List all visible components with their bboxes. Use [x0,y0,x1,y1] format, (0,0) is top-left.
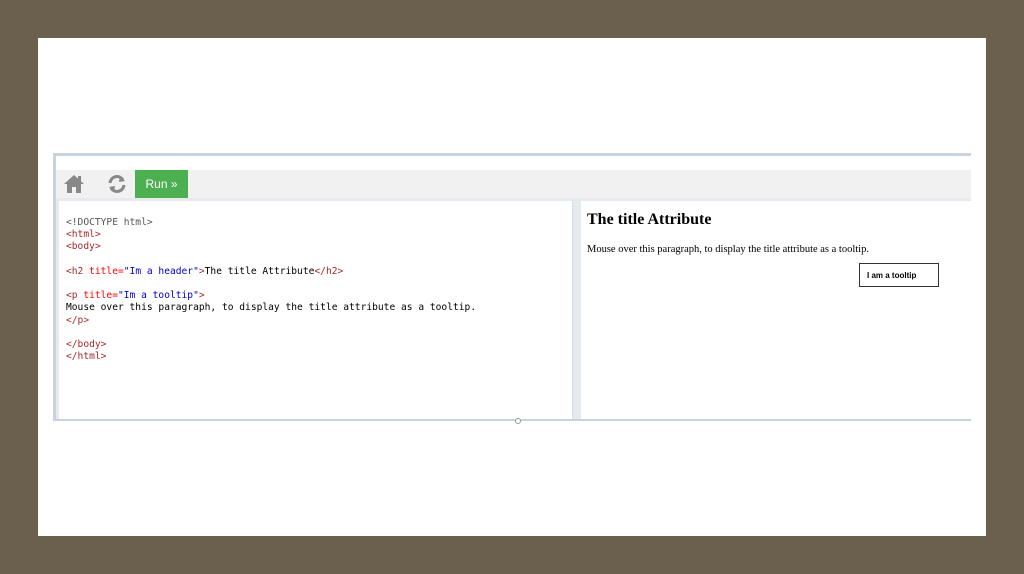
code-line: <h2 title="Im a header">The title Attrib… [66,266,572,278]
code-line: <body> [66,241,572,253]
home-icon[interactable] [62,173,86,195]
code-line: Mouse over this paragraph, to display th… [66,302,572,314]
code-line: <!DOCTYPE html> [66,217,572,229]
result-heading: The title Attribute [587,211,712,228]
code-token: </p> [66,314,90,326]
code-token: </body> [66,338,107,350]
editor-panes: <!DOCTYPE html> <html> <body> <h2 title="I… [56,198,971,419]
result-paragraph[interactable]: Mouse over this paragraph, to display th… [587,244,869,255]
code-token: <h2 [66,265,90,277]
code-token: </h2> [314,265,344,277]
tryit-editor: Run » <!DOCTYPE html> <html> <body> <h2 ti… [53,153,971,424]
code-token: <!DOCTYPE html> [66,217,153,228]
slide: Run » <!DOCTYPE html> <html> <body> <h2 ti… [38,38,986,536]
code-token: "Im a header" [123,265,199,277]
result-frame: The title Attribute Mouse over this para… [581,201,971,419]
toolbar: Run » [56,170,971,198]
code-line: </p> [66,315,572,327]
code-line: </body> [66,339,572,351]
code-line: <p title="Im a tooltip"> [66,290,572,302]
code-token: Mouse over this paragraph, to display th… [66,302,477,314]
code-line: </html> [66,351,572,363]
code-token: <body> [66,241,101,253]
run-button[interactable]: Run » [135,170,188,198]
tooltip: I am a tooltip [859,263,939,287]
code-token: title= [83,290,118,302]
code-editor[interactable]: <!DOCTYPE html> <html> <body> <h2 title="I… [59,201,573,419]
code-token: title= [89,265,124,277]
code-token: <html> [66,229,101,241]
code-token: "Im a tooltip" [117,290,199,302]
refresh-icon[interactable] [105,173,129,195]
code-token: > [198,290,205,302]
code-token: The title Attribute [204,265,315,277]
code-token: <p [66,290,84,302]
resize-handle[interactable] [515,418,521,424]
code-line: <html> [66,229,572,241]
code-token: </html> [66,351,107,363]
